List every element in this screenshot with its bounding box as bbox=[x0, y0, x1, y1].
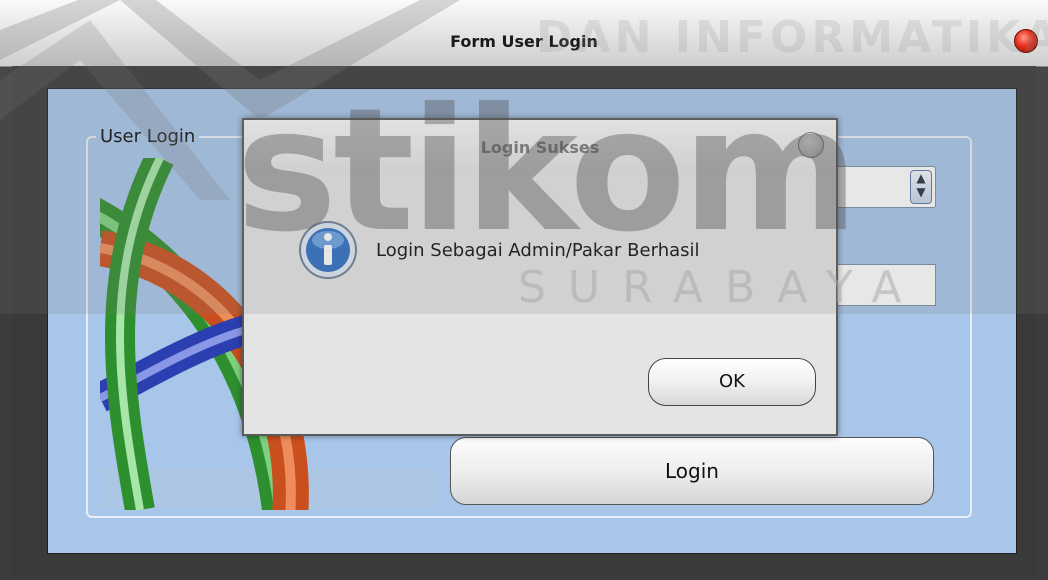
watermark-top-text: DAN INFORMATIKA bbox=[536, 12, 1048, 63]
watermark-logo-text: stikom bbox=[236, 72, 859, 270]
login-button[interactable]: Login bbox=[450, 437, 934, 505]
watermark-city-text: SURABAYA bbox=[518, 262, 924, 313]
ok-button[interactable]: OK bbox=[648, 358, 816, 406]
